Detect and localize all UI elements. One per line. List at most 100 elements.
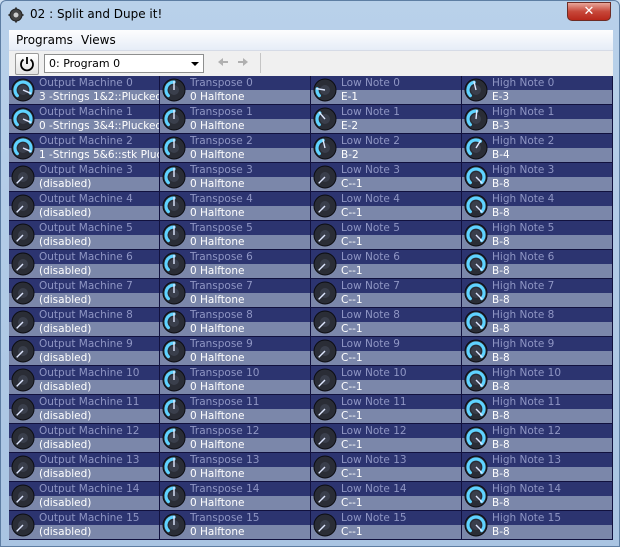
knob-icon[interactable] [313,281,337,305]
knob-icon[interactable] [162,513,186,537]
knob-icon[interactable] [11,194,35,218]
knob-icon[interactable] [11,397,35,421]
knob-icon[interactable] [464,107,488,131]
knob-icon[interactable] [464,281,488,305]
knob-icon[interactable] [162,339,186,363]
param-cell-high[interactable]: High Note 5 B-8 [462,221,613,250]
param-cell-transpose[interactable]: Transpose 12 0 Halftone [160,424,311,453]
knob-icon[interactable] [11,165,35,189]
knob-icon[interactable] [162,281,186,305]
close-button[interactable]: ✕ [567,2,611,21]
param-cell-low[interactable]: Low Note 11 C--1 [311,395,462,424]
param-cell-transpose[interactable]: Transpose 2 0 Halftone [160,134,311,163]
param-cell-transpose[interactable]: Transpose 9 0 Halftone [160,337,311,366]
param-cell-output[interactable]: Output Machine 14 (disabled) [9,482,160,511]
knob-icon[interactable] [11,223,35,247]
param-cell-high[interactable]: High Note 9 B-8 [462,337,613,366]
param-cell-output[interactable]: Output Machine 7 (disabled) [9,279,160,308]
param-cell-high[interactable]: High Note 3 B-8 [462,163,613,192]
knob-icon[interactable] [162,194,186,218]
param-cell-high[interactable]: High Note 8 B-8 [462,308,613,337]
param-cell-high[interactable]: High Note 2 B-4 [462,134,613,163]
knob-icon[interactable] [313,310,337,334]
title-bar[interactable]: 02 : Split and Dupe it! ✕ [1,1,619,29]
param-cell-output[interactable]: Output Machine 12 (disabled) [9,424,160,453]
param-cell-output[interactable]: Output Machine 3 (disabled) [9,163,160,192]
param-cell-high[interactable]: High Note 11 B-8 [462,395,613,424]
param-cell-output[interactable]: Output Machine 10 -Strings 3&4::Plucked … [9,105,160,134]
param-cell-transpose[interactable]: Transpose 1 0 Halftone [160,105,311,134]
knob-icon[interactable] [11,368,35,392]
param-cell-high[interactable]: High Note 10 B-8 [462,366,613,395]
knob-icon[interactable] [162,252,186,276]
param-cell-transpose[interactable]: Transpose 10 0 Halftone [160,366,311,395]
param-cell-high[interactable]: High Note 4 B-8 [462,192,613,221]
param-cell-high[interactable]: High Note 0 E-3 [462,76,613,105]
param-cell-low[interactable]: Low Note 6 C--1 [311,250,462,279]
knob-icon[interactable] [464,397,488,421]
param-cell-output[interactable]: Output Machine 9 (disabled) [9,337,160,366]
param-cell-transpose[interactable]: Transpose 14 0 Halftone [160,482,311,511]
param-cell-transpose[interactable]: Transpose 7 0 Halftone [160,279,311,308]
param-cell-high[interactable]: High Note 12 B-8 [462,424,613,453]
knob-icon[interactable] [464,455,488,479]
knob-icon[interactable] [11,252,35,276]
knob-icon[interactable] [313,223,337,247]
param-cell-transpose[interactable]: Transpose 4 0 Halftone [160,192,311,221]
menu-views[interactable]: Views [81,33,116,47]
knob-icon[interactable] [162,223,186,247]
param-cell-high[interactable]: High Note 6 B-8 [462,250,613,279]
param-cell-low[interactable]: Low Note 12 C--1 [311,424,462,453]
param-cell-output[interactable]: Output Machine 13 (disabled) [9,453,160,482]
menu-programs[interactable]: Programs [16,33,73,47]
param-cell-high[interactable]: High Note 14 B-8 [462,482,613,511]
param-cell-low[interactable]: Low Note 15 C--1 [311,511,462,540]
param-cell-output[interactable]: Output Machine 21 -Strings 5&6::stk Pluc… [9,134,160,163]
knob-icon[interactable] [313,426,337,450]
knob-icon[interactable] [162,165,186,189]
knob-icon[interactable] [313,397,337,421]
knob-icon[interactable] [464,165,488,189]
knob-icon[interactable] [464,484,488,508]
knob-icon[interactable] [313,455,337,479]
param-cell-transpose[interactable]: Transpose 3 0 Halftone [160,163,311,192]
knob-icon[interactable] [313,78,337,102]
param-cell-transpose[interactable]: Transpose 15 0 Halftone [160,511,311,540]
knob-icon[interactable] [11,339,35,363]
program-select[interactable]: 0: Program 0 [44,54,204,73]
knob-icon[interactable] [464,426,488,450]
knob-icon[interactable] [11,107,35,131]
param-cell-low[interactable]: Low Note 2 B-2 [311,134,462,163]
param-cell-output[interactable]: Output Machine 10 (disabled) [9,366,160,395]
knob-icon[interactable] [162,368,186,392]
param-cell-low[interactable]: Low Note 4 C--1 [311,192,462,221]
param-cell-low[interactable]: Low Note 7 C--1 [311,279,462,308]
knob-icon[interactable] [162,397,186,421]
param-cell-transpose[interactable]: Transpose 0 0 Halftone [160,76,311,105]
param-cell-output[interactable]: Output Machine 5 (disabled) [9,221,160,250]
knob-icon[interactable] [464,252,488,276]
param-cell-low[interactable]: Low Note 10 C--1 [311,366,462,395]
knob-icon[interactable] [464,194,488,218]
knob-icon[interactable] [313,513,337,537]
knob-icon[interactable] [464,513,488,537]
knob-icon[interactable] [162,455,186,479]
param-cell-low[interactable]: Low Note 8 C--1 [311,308,462,337]
param-cell-high[interactable]: High Note 7 B-8 [462,279,613,308]
param-cell-high[interactable]: High Note 13 B-8 [462,453,613,482]
knob-icon[interactable] [464,78,488,102]
param-cell-output[interactable]: Output Machine 4 (disabled) [9,192,160,221]
knob-icon[interactable] [464,310,488,334]
knob-icon[interactable] [313,368,337,392]
param-cell-high[interactable]: High Note 1 B-3 [462,105,613,134]
knob-icon[interactable] [11,281,35,305]
param-cell-transpose[interactable]: Transpose 11 0 Halftone [160,395,311,424]
param-cell-transpose[interactable]: Transpose 13 0 Halftone [160,453,311,482]
param-cell-low[interactable]: Low Note 1 E-2 [311,105,462,134]
knob-icon[interactable] [313,194,337,218]
prev-program-button[interactable] [217,57,229,70]
knob-icon[interactable] [11,136,35,160]
param-cell-transpose[interactable]: Transpose 5 0 Halftone [160,221,311,250]
knob-icon[interactable] [313,484,337,508]
app-gear-icon[interactable] [8,7,24,23]
